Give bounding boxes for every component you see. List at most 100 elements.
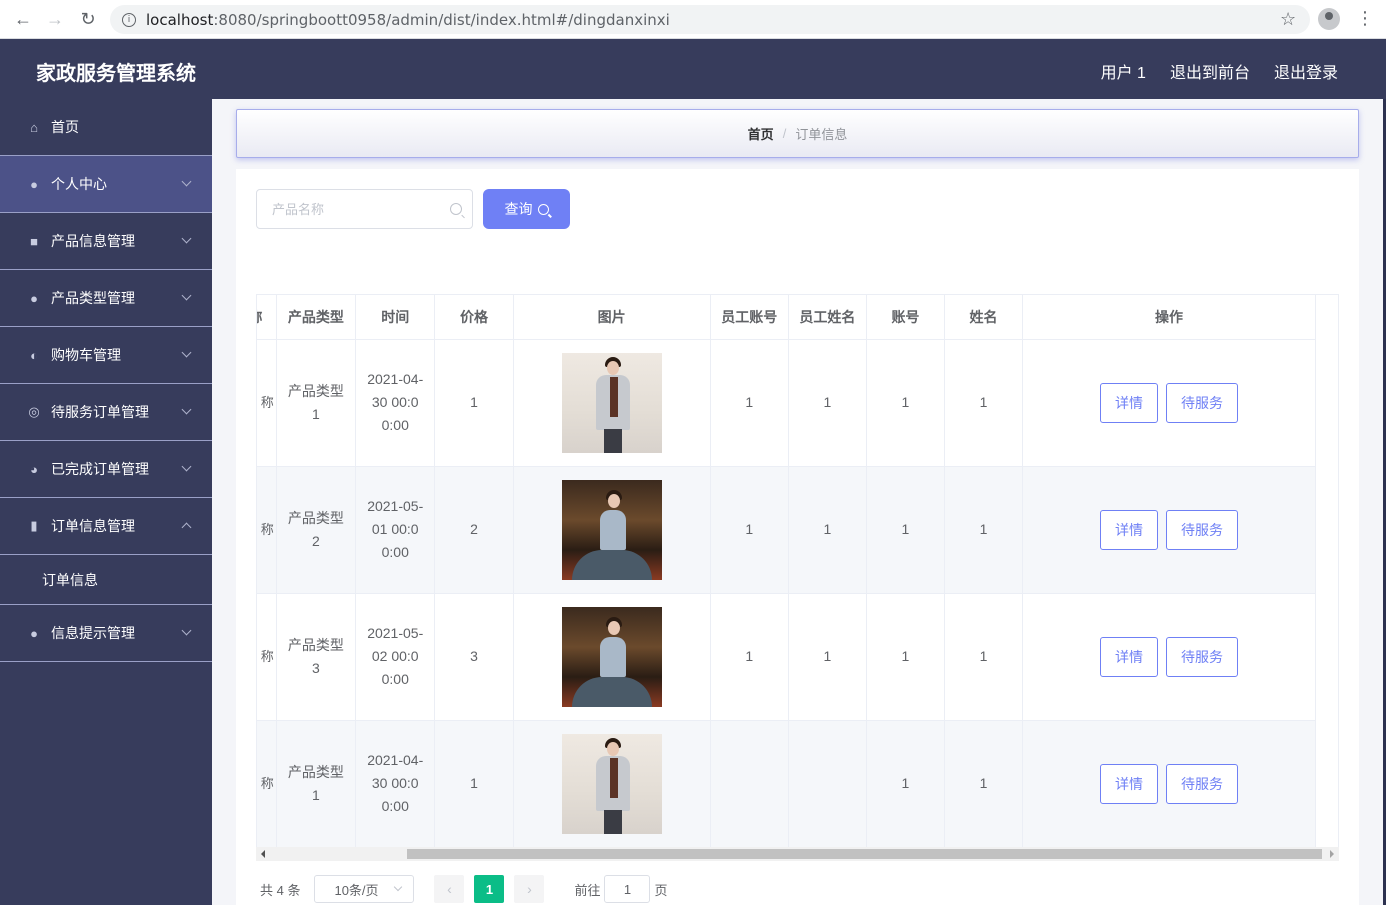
profile-avatar-icon[interactable] xyxy=(1318,8,1340,30)
search-input[interactable] xyxy=(257,190,437,228)
header-links: 用户 1 退出到前台 退出登录 xyxy=(1101,59,1338,83)
cell-name: 称 xyxy=(257,593,277,721)
cell-type-text: 产品类型2 xyxy=(287,509,344,549)
cell-emp-name: 1 xyxy=(788,593,867,721)
sidebar-item-home[interactable]: ⌂ 首页 xyxy=(0,99,212,156)
breadcrumb-home[interactable]: 首页 xyxy=(748,124,774,143)
sidebar: ⌂ 首页 ● 个人中心 ■ 产品信息管理 ● 产品类型管理 ◐ 购物车管理 ◎ … xyxy=(0,99,212,905)
chevron-up-icon xyxy=(181,522,192,533)
detail-button[interactable]: 详情 xyxy=(1100,636,1159,677)
sidebar-subitem-order-info[interactable]: 订单信息 xyxy=(0,555,212,605)
sidebar-item-label: 购物车管理 xyxy=(51,347,121,363)
exit-to-frontend-link[interactable]: 退出到前台 xyxy=(1170,59,1250,83)
col-header-name: 称 xyxy=(257,295,277,340)
page-size-select[interactable]: 10条/页 xyxy=(314,875,415,903)
chevron-down-icon xyxy=(181,461,192,472)
cell-emp-name: 1 xyxy=(788,339,867,467)
cell-emp-account: 1 xyxy=(710,339,789,467)
pending-service-button[interactable]: 待服务 xyxy=(1166,382,1239,423)
user-icon: ● xyxy=(30,176,38,192)
logout-link[interactable]: 退出登录 xyxy=(1274,59,1338,83)
sidebar-item-order-info[interactable]: ▮ 订单信息管理 xyxy=(0,498,212,555)
address-bar[interactable]: i localhost:8080/springboott0958/admin/d… xyxy=(110,5,1310,34)
sidebar-item-completed-orders[interactable]: ◕ 已完成订单管理 xyxy=(0,441,212,498)
page-size-value: 10条/页 xyxy=(334,882,379,898)
product-thumbnail[interactable] xyxy=(561,479,662,580)
app-title: 家政服务管理系统 xyxy=(36,63,196,85)
bookmark-star-icon[interactable]: ☆ xyxy=(1280,9,1296,30)
cell-price: 1 xyxy=(434,339,514,467)
goto-suffix: 页 xyxy=(654,882,668,898)
detail-button[interactable]: 详情 xyxy=(1100,509,1159,550)
chevron-down-icon xyxy=(181,347,192,358)
sidebar-item-product-type[interactable]: ● 产品类型管理 xyxy=(0,270,212,327)
order-table: 称 产品类型 时间 价格 图片 员工账号 员工姓名 账号 姓名 操作 称 xyxy=(256,294,1339,858)
bar-chart-icon: ▮ xyxy=(30,518,38,533)
cell-username: 1 xyxy=(944,593,1024,721)
detail-button[interactable]: 详情 xyxy=(1100,382,1159,423)
sidebar-item-label: 信息提示管理 xyxy=(51,625,135,641)
detail-button[interactable]: 详情 xyxy=(1100,763,1159,804)
goto-page-input[interactable] xyxy=(604,875,651,903)
sidebar-item-notice[interactable]: ● 信息提示管理 xyxy=(0,605,212,662)
more-menu-icon[interactable]: ⋮ xyxy=(1356,8,1374,29)
cell-username: 1 xyxy=(944,339,1024,467)
horizontal-scrollbar[interactable] xyxy=(256,847,1339,861)
cell-type: 产品类型3 xyxy=(276,593,357,721)
cell-time-text: 2021-05-01 00:00:00 xyxy=(367,498,424,560)
reload-icon[interactable]: ↻ xyxy=(77,8,99,30)
order-table-grid: 称 产品类型 时间 价格 图片 员工账号 员工姓名 账号 姓名 操作 称 xyxy=(257,295,1316,848)
info-icon[interactable]: i xyxy=(122,12,136,27)
page-number-active[interactable]: 1 xyxy=(474,875,505,903)
chevron-down-icon xyxy=(181,233,192,244)
breadcrumb: 首页 / 订单信息 xyxy=(236,109,1359,158)
sidebar-item-personal-center[interactable]: ● 个人中心 xyxy=(0,156,212,213)
sidebar-item-cart[interactable]: ◐ 购物车管理 xyxy=(0,327,212,384)
back-arrow-icon[interactable]: ← xyxy=(12,8,34,30)
cell-name: 称 xyxy=(257,466,277,594)
sidebar-item-pending-orders[interactable]: ◎ 待服务订单管理 xyxy=(0,384,212,441)
browser-toolbar: ← → ↻ i localhost:8080/springboott0958/a… xyxy=(0,0,1386,39)
col-header-time: 时间 xyxy=(355,295,436,340)
sidebar-item-label: 已完成订单管理 xyxy=(51,461,149,477)
prev-page-button[interactable]: ‹ xyxy=(434,875,465,903)
breadcrumb-current: 订单信息 xyxy=(795,127,848,142)
col-header-username: 姓名 xyxy=(944,295,1024,340)
sidebar-item-product-info[interactable]: ■ 产品信息管理 xyxy=(0,213,212,270)
pending-service-button[interactable]: 待服务 xyxy=(1166,636,1239,677)
cell-price: 2 xyxy=(434,466,514,594)
product-thumbnail[interactable] xyxy=(561,733,662,834)
user-icon: ● xyxy=(30,290,38,306)
product-thumbnail[interactable] xyxy=(561,352,662,453)
current-user-link[interactable]: 用户 1 xyxy=(1101,59,1146,83)
search-icon xyxy=(450,203,462,215)
content-panel: 查询 称 产品类型 时间 价格 图片 员工账号 员工姓名 账 xyxy=(236,169,1359,905)
cell-account: 1 xyxy=(866,593,946,721)
cell-time: 2021-05-02 00:00:00 xyxy=(355,593,436,721)
table-row: 称 产品类型2 2021-05-01 00:00:00 2 1 1 1 1 详情… xyxy=(257,466,1316,594)
pending-service-button[interactable]: 待服务 xyxy=(1166,763,1239,804)
cell-time: 2021-04-30 00:00:00 xyxy=(355,720,436,848)
table-header-row: 称 产品类型 时间 价格 图片 员工账号 员工姓名 账号 姓名 操作 xyxy=(257,295,1316,340)
scroll-right-icon[interactable] xyxy=(1330,850,1334,858)
sidebar-item-label: 首页 xyxy=(51,119,79,135)
product-thumbnail[interactable] xyxy=(561,606,662,707)
cell-account: 1 xyxy=(866,466,946,594)
pending-service-button[interactable]: 待服务 xyxy=(1166,509,1239,550)
cell-actions: 详情 待服务 xyxy=(1022,339,1316,467)
scrollbar-thumb[interactable] xyxy=(407,849,1322,859)
sidebar-item-label: 待服务订单管理 xyxy=(51,404,149,420)
cell-emp-account xyxy=(710,720,789,848)
forward-arrow-icon[interactable]: → xyxy=(44,8,66,30)
cell-name: 称 xyxy=(257,339,277,467)
query-button[interactable]: 查询 xyxy=(483,189,570,229)
product-name-search[interactable] xyxy=(256,189,473,229)
cell-price: 3 xyxy=(434,593,514,721)
url-path: :8080/springboott0958/admin/dist/index.h… xyxy=(213,10,670,29)
chevron-down-icon xyxy=(181,625,192,636)
compass-icon: ◕ xyxy=(30,461,38,477)
col-header-image: 图片 xyxy=(513,295,711,340)
cell-account: 1 xyxy=(866,720,946,848)
next-page-button[interactable]: › xyxy=(514,875,545,903)
scroll-left-icon[interactable] xyxy=(261,850,265,858)
